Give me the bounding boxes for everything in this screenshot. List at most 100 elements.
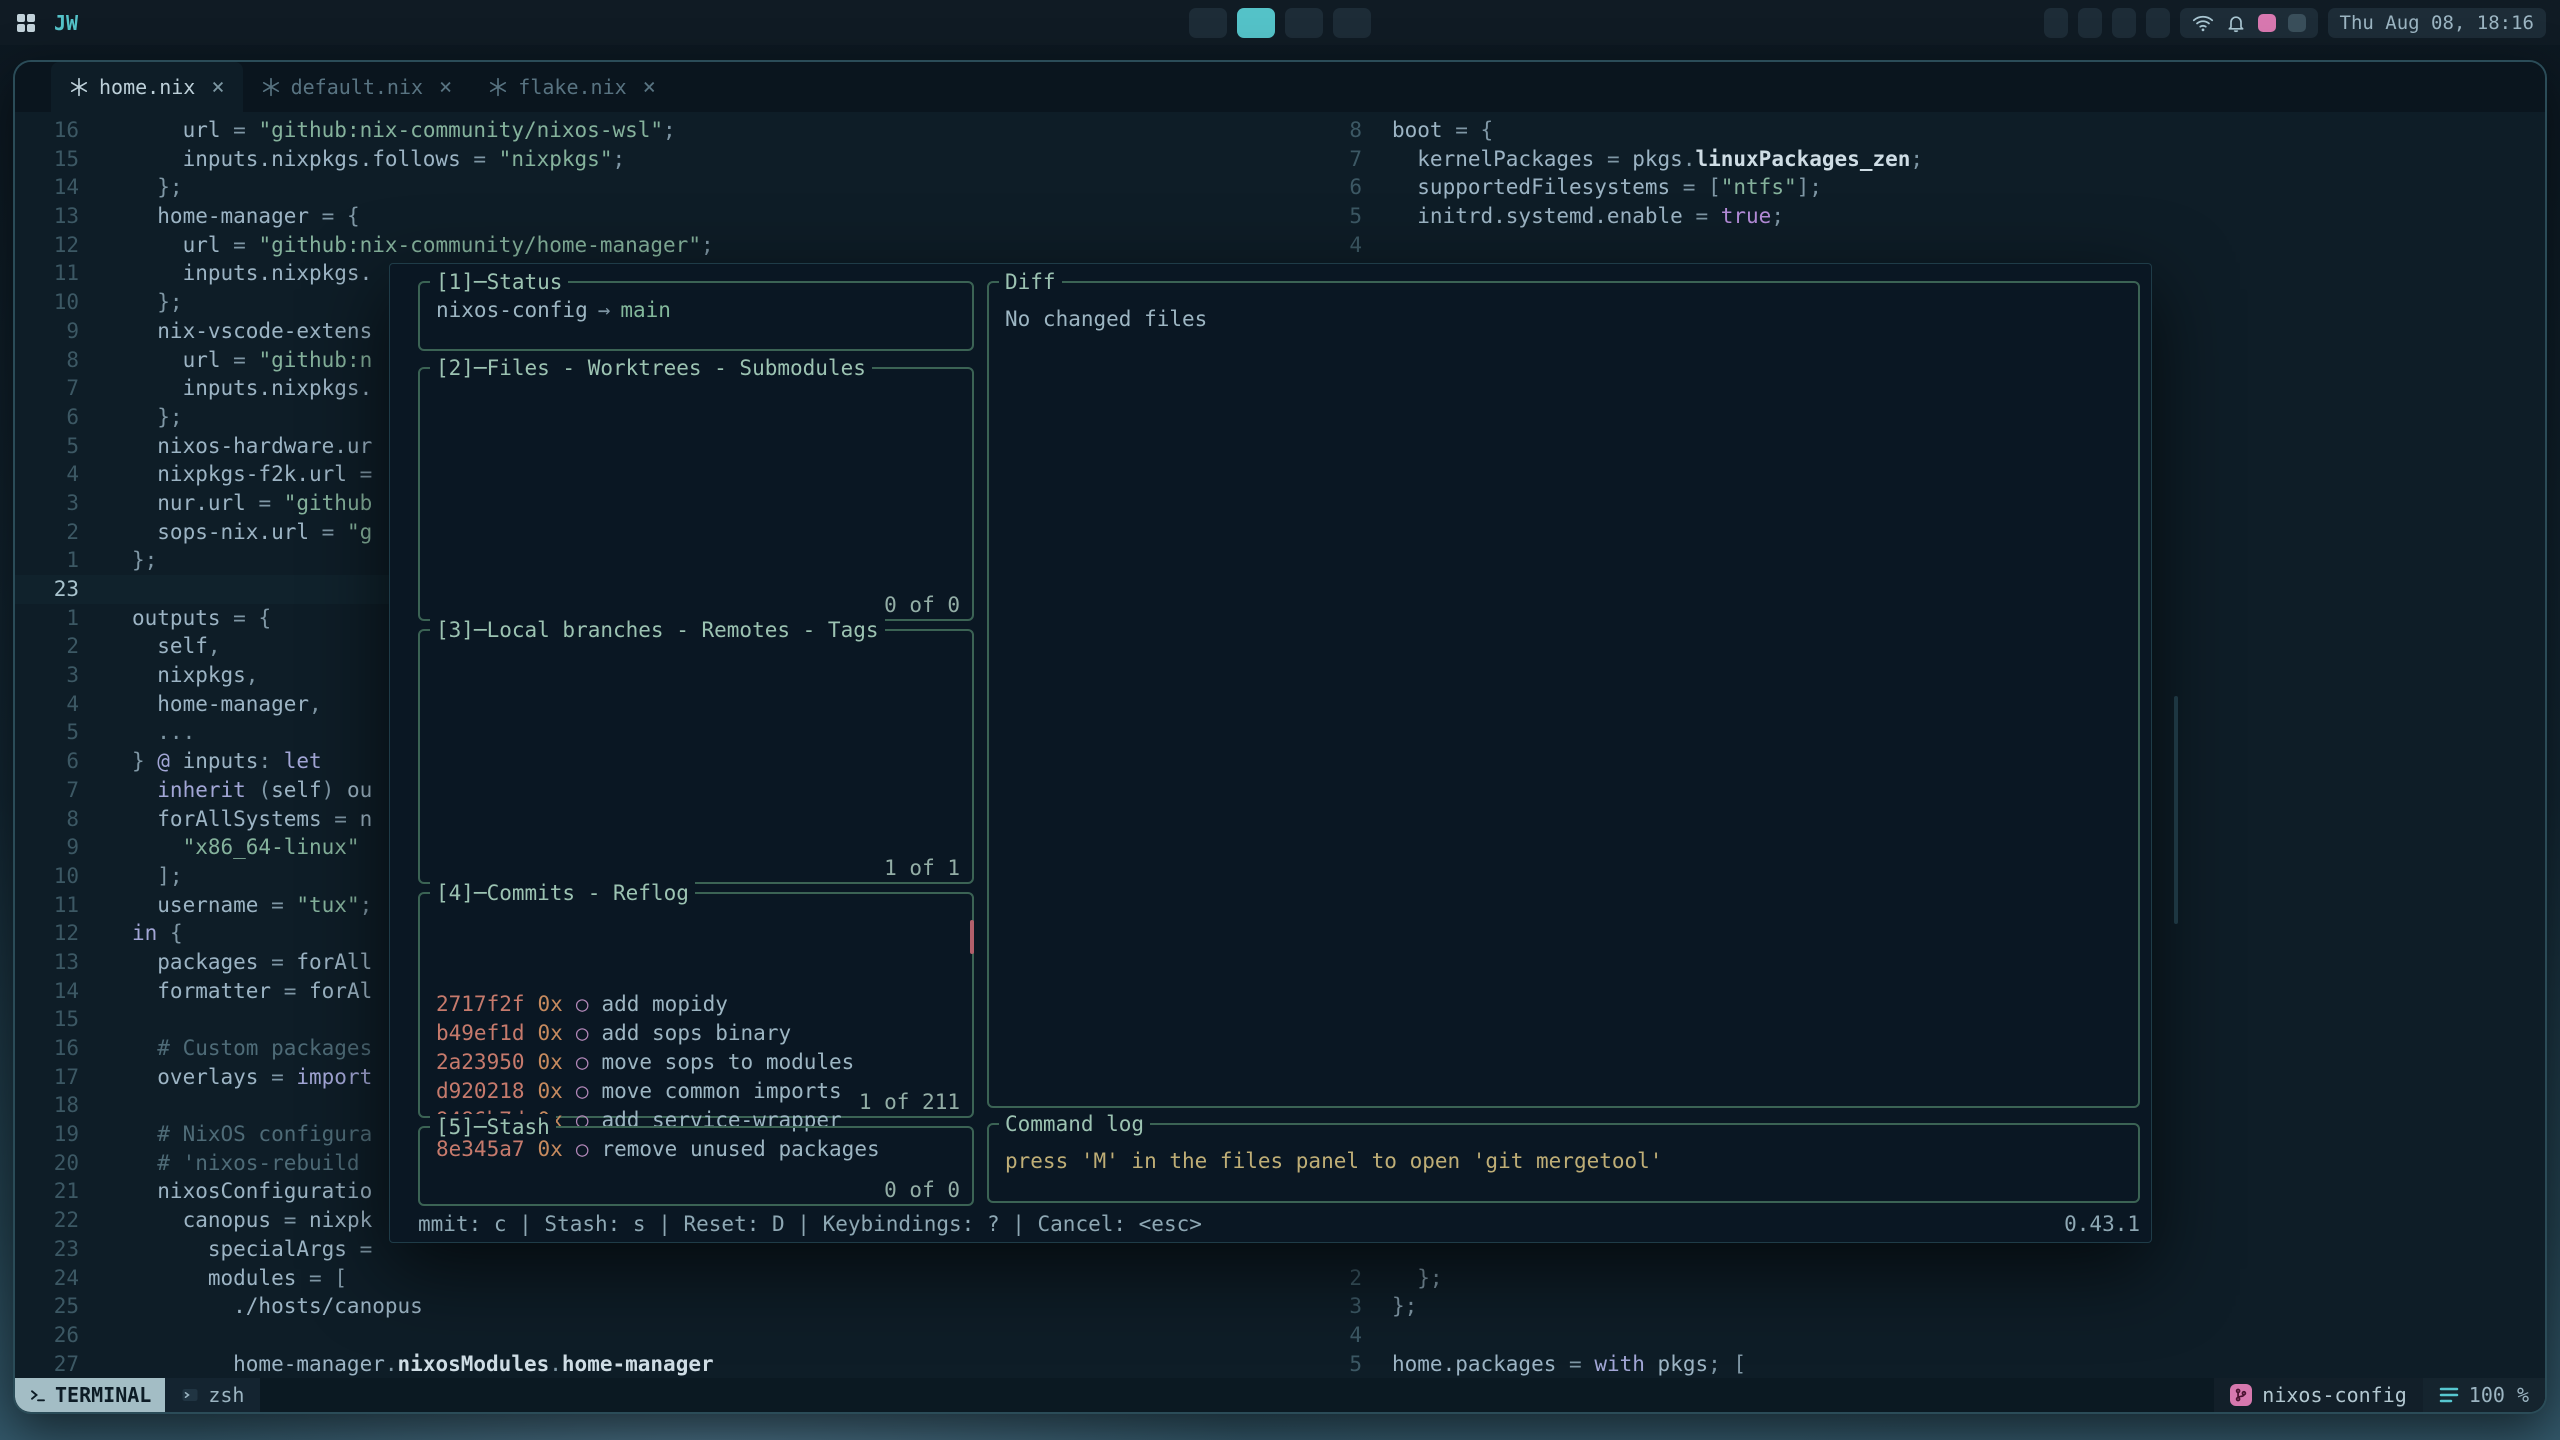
panel-count: 0 of 0 <box>880 1177 964 1203</box>
commit-row[interactable]: b49ef1d 0x ○ add sops binary <box>436 1019 972 1048</box>
commit-graph-node: ○ <box>576 990 589 1019</box>
line-number: 11 <box>15 891 79 920</box>
line-number: 9 <box>15 833 79 862</box>
line-number: 10 <box>15 288 79 317</box>
line-number: 12 <box>15 231 79 260</box>
commit-message: add sops binary <box>601 1019 791 1048</box>
line-number: 23 <box>15 575 79 604</box>
line-number: 5 <box>15 718 79 747</box>
scrollbar-thumb[interactable] <box>2174 696 2178 924</box>
code-line: 6 supportedFilesystems = ["ntfs"]; <box>1322 173 2545 202</box>
status-chip[interactable] <box>2078 8 2102 38</box>
line-number: 15 <box>15 1005 79 1034</box>
tab-close-icon[interactable]: × <box>643 75 656 100</box>
commit-row[interactable]: 2717f2f 0x ○ add mopidy <box>436 990 972 1019</box>
lazygit-status-panel[interactable]: [1]─Status nixos-config→main <box>418 281 974 351</box>
tray-icons <box>2180 8 2318 38</box>
git-branch-icon <box>2230 1384 2252 1406</box>
code-text: canopus = nixpk <box>79 1206 372 1235</box>
status-chip[interactable] <box>2146 8 2170 38</box>
code-text: ]; <box>79 862 183 891</box>
code-text: # NixOS configura <box>79 1120 372 1149</box>
branch-row[interactable] <box>436 727 972 756</box>
line-number: 4 <box>1322 1321 1362 1350</box>
apps-grid-icon[interactable] <box>14 11 38 35</box>
terminal-editor-window: home.nix × default.nix × flake.nix × × <box>13 60 2547 1414</box>
code-line: 7 kernelPackages = pkgs.linuxPackages_ze… <box>1322 145 2545 174</box>
shell-label: zsh <box>208 1383 244 1407</box>
git-repo-segment[interactable]: nixos-config <box>2214 1378 2423 1412</box>
line-number: 1 <box>15 604 79 633</box>
lazygit-stash-panel[interactable]: [5]─Stash 0 of 0 <box>418 1126 974 1206</box>
line-number: 19 <box>15 1120 79 1149</box>
commit-row[interactable]: 2a23950 0x ○ move sops to modules <box>436 1048 972 1077</box>
workspace-button[interactable] <box>1285 8 1323 38</box>
commit-author: 0x <box>538 1019 563 1048</box>
bell-icon[interactable] <box>2226 13 2246 33</box>
editor-tabbar: home.nix × default.nix × flake.nix × <box>15 62 2545 112</box>
code-text: inherit (self) ou <box>79 776 372 805</box>
panel-title: [1]─Status <box>430 269 568 295</box>
status-chip[interactable] <box>2112 8 2136 38</box>
code-text: }; <box>1362 1264 1443 1293</box>
line-number: 27 <box>15 1350 79 1378</box>
line-number: 25 <box>15 1292 79 1321</box>
code-text <box>79 1005 132 1034</box>
wifi-icon[interactable] <box>2192 12 2214 34</box>
editor-tab[interactable]: flake.nix × <box>470 62 674 112</box>
panel-count: 0 of 0 <box>880 592 964 618</box>
line-number: 5 <box>15 432 79 461</box>
workspace-button[interactable] <box>1189 8 1227 38</box>
tab-close-icon[interactable]: × <box>211 75 224 100</box>
diff-text: No changed files <box>989 283 2138 331</box>
shell-tab[interactable]: zsh <box>165 1378 260 1412</box>
line-number: 16 <box>15 1034 79 1063</box>
code-text: nixpkgs, <box>79 661 258 690</box>
code-line: 12 url = "github:nix-community/home-mana… <box>15 231 1322 260</box>
code-text: ... <box>79 718 195 747</box>
line-number: 3 <box>1322 1292 1362 1321</box>
code-text: kernelPackages = pkgs.linuxPackages_zen; <box>1362 145 1923 174</box>
editor-tab[interactable]: default.nix × <box>243 62 471 112</box>
commit-message: move sops to modules <box>601 1048 854 1077</box>
tray-icon[interactable] <box>2288 14 2306 32</box>
code-line: 13 home-manager = { <box>15 202 1322 231</box>
commit-graph-node: ○ <box>576 1077 589 1106</box>
line-number: 4 <box>15 690 79 719</box>
tab-close-icon[interactable]: × <box>439 75 452 100</box>
line-number: 5 <box>1322 202 1362 231</box>
code-line: 4 <box>1322 231 2545 260</box>
lazygit-files-panel[interactable]: [2]─Files - Worktrees - Submodules 0 of … <box>418 367 974 621</box>
line-number: 5 <box>1322 1350 1362 1378</box>
panel-count: 1 of 211 <box>855 1089 964 1115</box>
theme-icon[interactable] <box>2258 14 2276 32</box>
commit-author: 0x <box>538 1077 563 1106</box>
line-number: 2 <box>15 632 79 661</box>
workspace-button[interactable] <box>1333 8 1371 38</box>
lines-icon <box>2439 1387 2459 1403</box>
clock[interactable]: Thu Aug 08, 18:16 <box>2328 8 2546 38</box>
code-text: inputs.nixpkgs.follows = "nixpkgs"; <box>79 145 625 174</box>
code-line: 3 }; <box>1322 1292 2545 1321</box>
line-number: 11 <box>15 259 79 288</box>
code-line: 24 modules = [ <box>15 1264 1322 1293</box>
lazygit-command-log-panel[interactable]: Command log press 'M' in the files panel… <box>987 1123 2140 1203</box>
code-text: overlays = import <box>79 1063 372 1092</box>
code-text: "x86_64-linux" <box>79 833 360 862</box>
line-number: 21 <box>15 1177 79 1206</box>
lazygit-diff-panel[interactable]: Diff No changed files <box>987 281 2140 1108</box>
logo-badge[interactable]: JW <box>54 11 78 35</box>
commit-message: add mopidy <box>601 990 727 1019</box>
commits-scrollbar-thumb[interactable] <box>970 920 974 954</box>
line-number: 1 <box>15 546 79 575</box>
lazygit-window[interactable]: [1]─Status nixos-config→main [2]─Files -… <box>389 263 2152 1243</box>
editor-tab[interactable]: home.nix × <box>51 62 243 112</box>
commit-author: 0x <box>538 990 563 1019</box>
line-number: 8 <box>1322 116 1362 145</box>
line-number: 3 <box>15 661 79 690</box>
workspace-button[interactable] <box>1237 8 1275 38</box>
status-chip[interactable] <box>2044 8 2068 38</box>
lazygit-branches-panel[interactable]: [3]─Local branches - Remotes - Tags 1 of… <box>418 629 974 884</box>
lazygit-commits-panel[interactable]: [4]─Commits - Reflog 2717f2f 0x ○ add mo… <box>418 892 974 1118</box>
command-log-text: press 'M' in the files panel to open 'gi… <box>989 1125 2138 1173</box>
